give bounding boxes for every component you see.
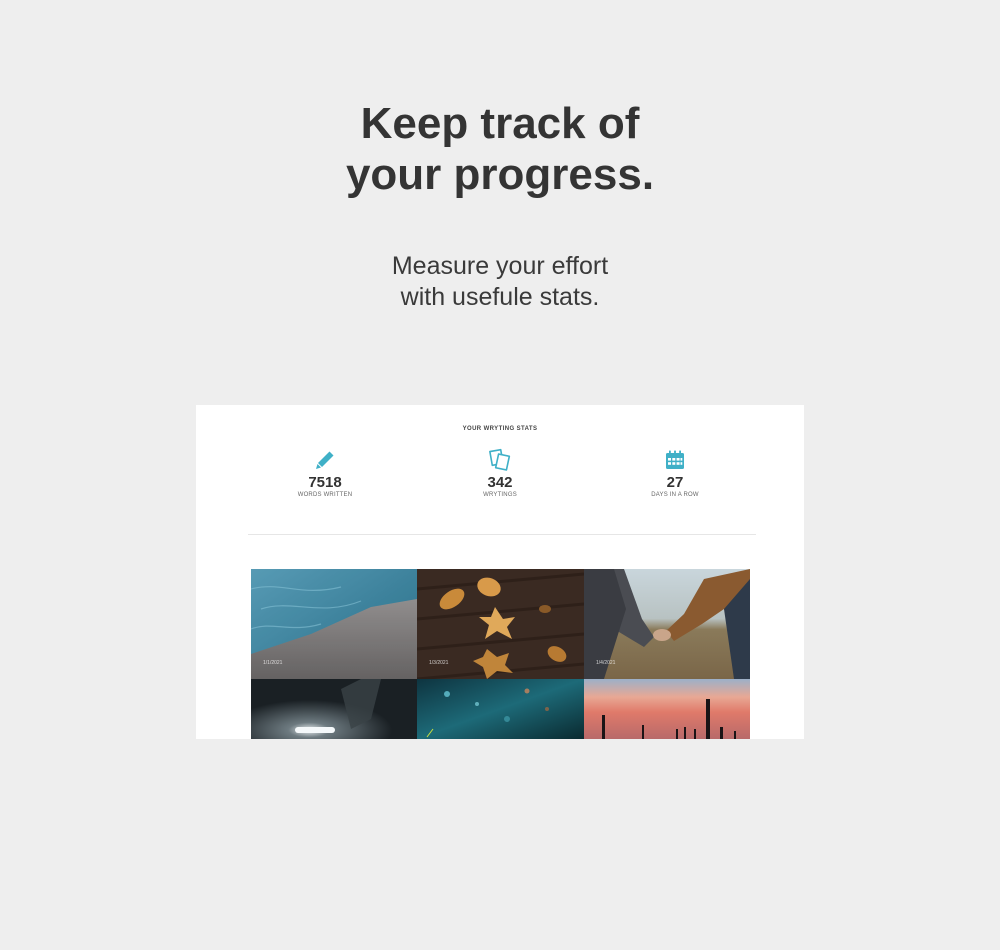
car-headlights-forest-photo [251,679,417,739]
subheadline-line-2: with usefule stats. [400,283,600,311]
subheadline-line-1: Measure your effort [391,252,609,280]
calendar-icon [666,450,684,469]
stat-value: 342 [487,474,513,491]
desert-sunset-cactus-photo [584,679,750,739]
stat-value: 7518 [308,474,342,491]
papers-icon [489,448,511,471]
subheadline: Measure your effort with usefule stats. [0,251,1000,313]
gallery-tile[interactable] [417,679,584,739]
gallery-tile[interactable]: 1/1/2021 [251,569,417,679]
rainy-neon-street-photo [417,679,584,739]
stat-value: 27 [666,474,684,491]
stat-days-in-a-row: 27 DAYS IN A ROW [615,448,735,499]
stat-label: WORDS WRITTEN [297,492,353,498]
headline-line-2: your progress. [345,150,655,199]
stats-divider [248,534,756,535]
stat-words-written: 7518 WORDS WRITTEN [265,448,385,499]
tile-date: 1/3/2021 [429,660,449,666]
stats-title: YOUR WRYTING STATS [462,426,538,432]
app-preview-card: YOUR WRYTING STATS 7518 WORDS WRITTEN 34… [196,405,804,739]
headline: Keep track of your progress. [0,98,1000,200]
gallery-tile[interactable]: 1/3/2021 [417,569,584,679]
gallery-tile[interactable]: 1/4/2021 [584,569,750,679]
gallery-tile[interactable] [584,679,750,739]
headline-line-1: Keep track of [360,99,640,148]
tile-date: 1/1/2021 [263,660,283,666]
tile-date: 1/4/2021 [596,660,616,666]
pencil-icon [316,451,334,469]
stat-label: WRYTINGS [483,492,517,498]
stat-label: DAYS IN A ROW [651,492,699,498]
stat-wrytings: 342 WRYTINGS [440,448,560,499]
gallery-tile[interactable] [251,679,417,739]
wrytings-gallery: 1/1/2021 1/3/2021 1/4/2021 [251,569,750,739]
